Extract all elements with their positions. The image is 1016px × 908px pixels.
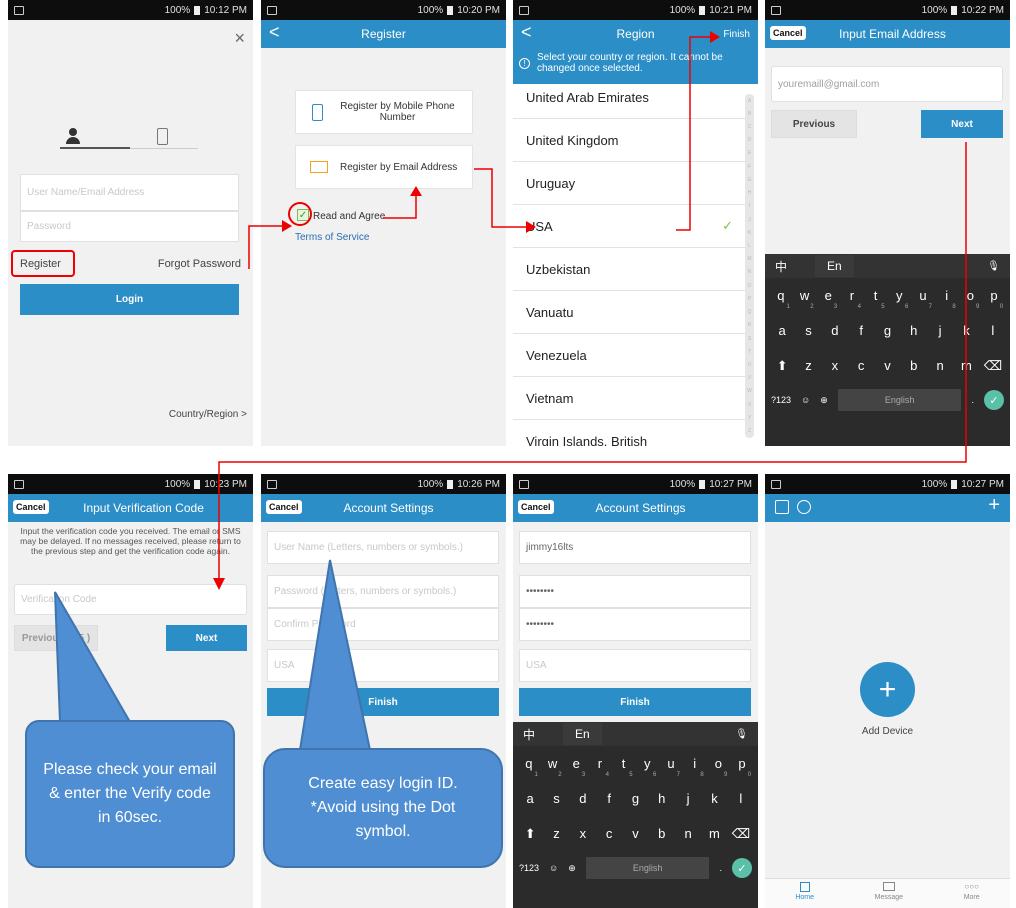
callout-1-pointer <box>54 591 132 723</box>
callout-2-pointer <box>298 559 372 751</box>
callout-login-id: Create easy login ID. *Avoid using the D… <box>263 748 503 868</box>
callout-verify: Please check your email & enter the Veri… <box>25 720 235 868</box>
